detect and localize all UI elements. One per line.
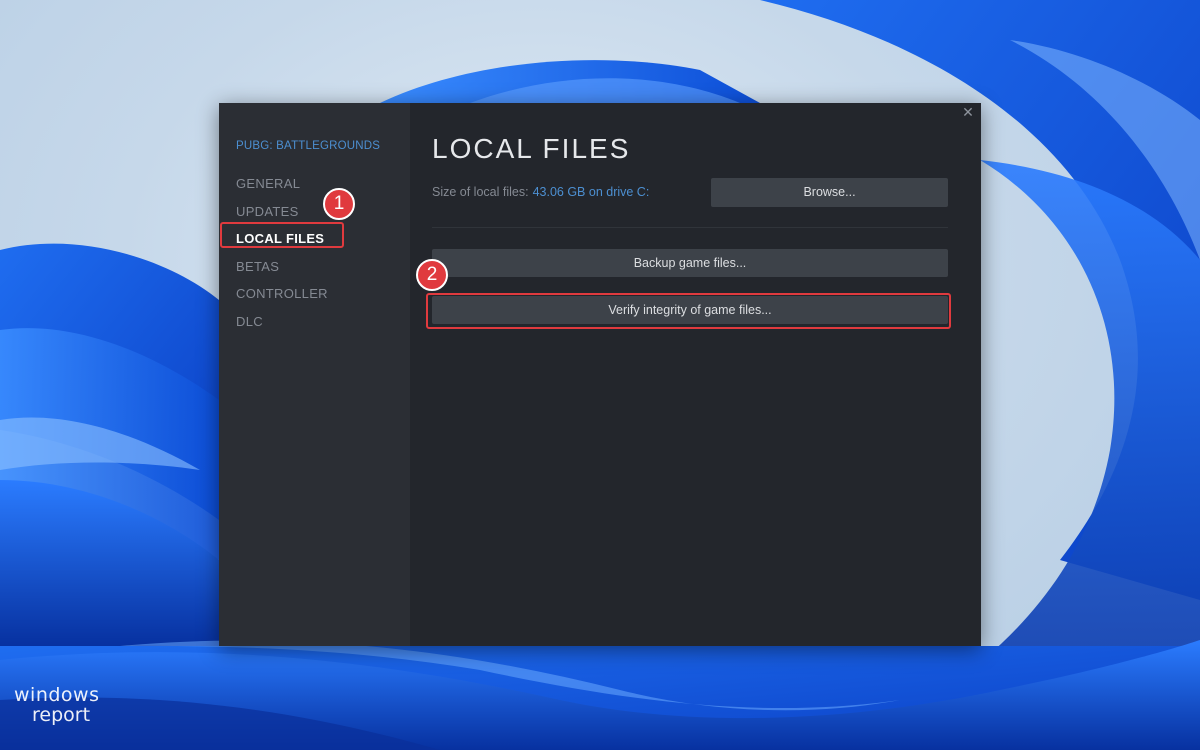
divider: [432, 227, 948, 228]
local-files-panel: LOCAL FILES Size of local files: 43.06 GB…: [410, 103, 981, 646]
local-files-size: Size of local files: 43.06 GB on drive C:: [432, 185, 649, 199]
nav-item-controller[interactable]: CONTROLLER: [219, 280, 410, 308]
properties-dialog: ✕ PUBG: BATTLEGROUNDS GENERAL UPDATES LO…: [219, 103, 981, 646]
step-1-badge: 1: [323, 188, 355, 220]
windows-report-watermark: windows report: [14, 686, 99, 725]
properties-sidebar: PUBG: BATTLEGROUNDS GENERAL UPDATES LOCA…: [219, 103, 410, 646]
step-2-badge: 2: [416, 259, 448, 291]
game-title: PUBG: BATTLEGROUNDS: [236, 140, 380, 152]
watermark-line-1: windows: [14, 686, 99, 705]
size-value: 43.06 GB on drive C:: [533, 185, 650, 199]
nav-item-betas[interactable]: BETAS: [219, 253, 410, 281]
nav-item-local-files[interactable]: LOCAL FILES: [219, 225, 410, 253]
nav-item-updates[interactable]: UPDATES: [219, 198, 410, 226]
properties-nav: GENERAL UPDATES LOCAL FILES BETAS CONTRO…: [219, 170, 410, 335]
watermark-line-2: report: [32, 706, 99, 725]
verify-integrity-button[interactable]: Verify integrity of game files...: [432, 296, 948, 324]
backup-game-files-button[interactable]: Backup game files...: [432, 249, 948, 277]
browse-button[interactable]: Browse...: [711, 178, 948, 207]
size-label: Size of local files:: [432, 185, 529, 199]
page-title: LOCAL FILES: [432, 133, 630, 165]
nav-item-general[interactable]: GENERAL: [219, 170, 410, 198]
nav-item-dlc[interactable]: DLC: [219, 308, 410, 336]
